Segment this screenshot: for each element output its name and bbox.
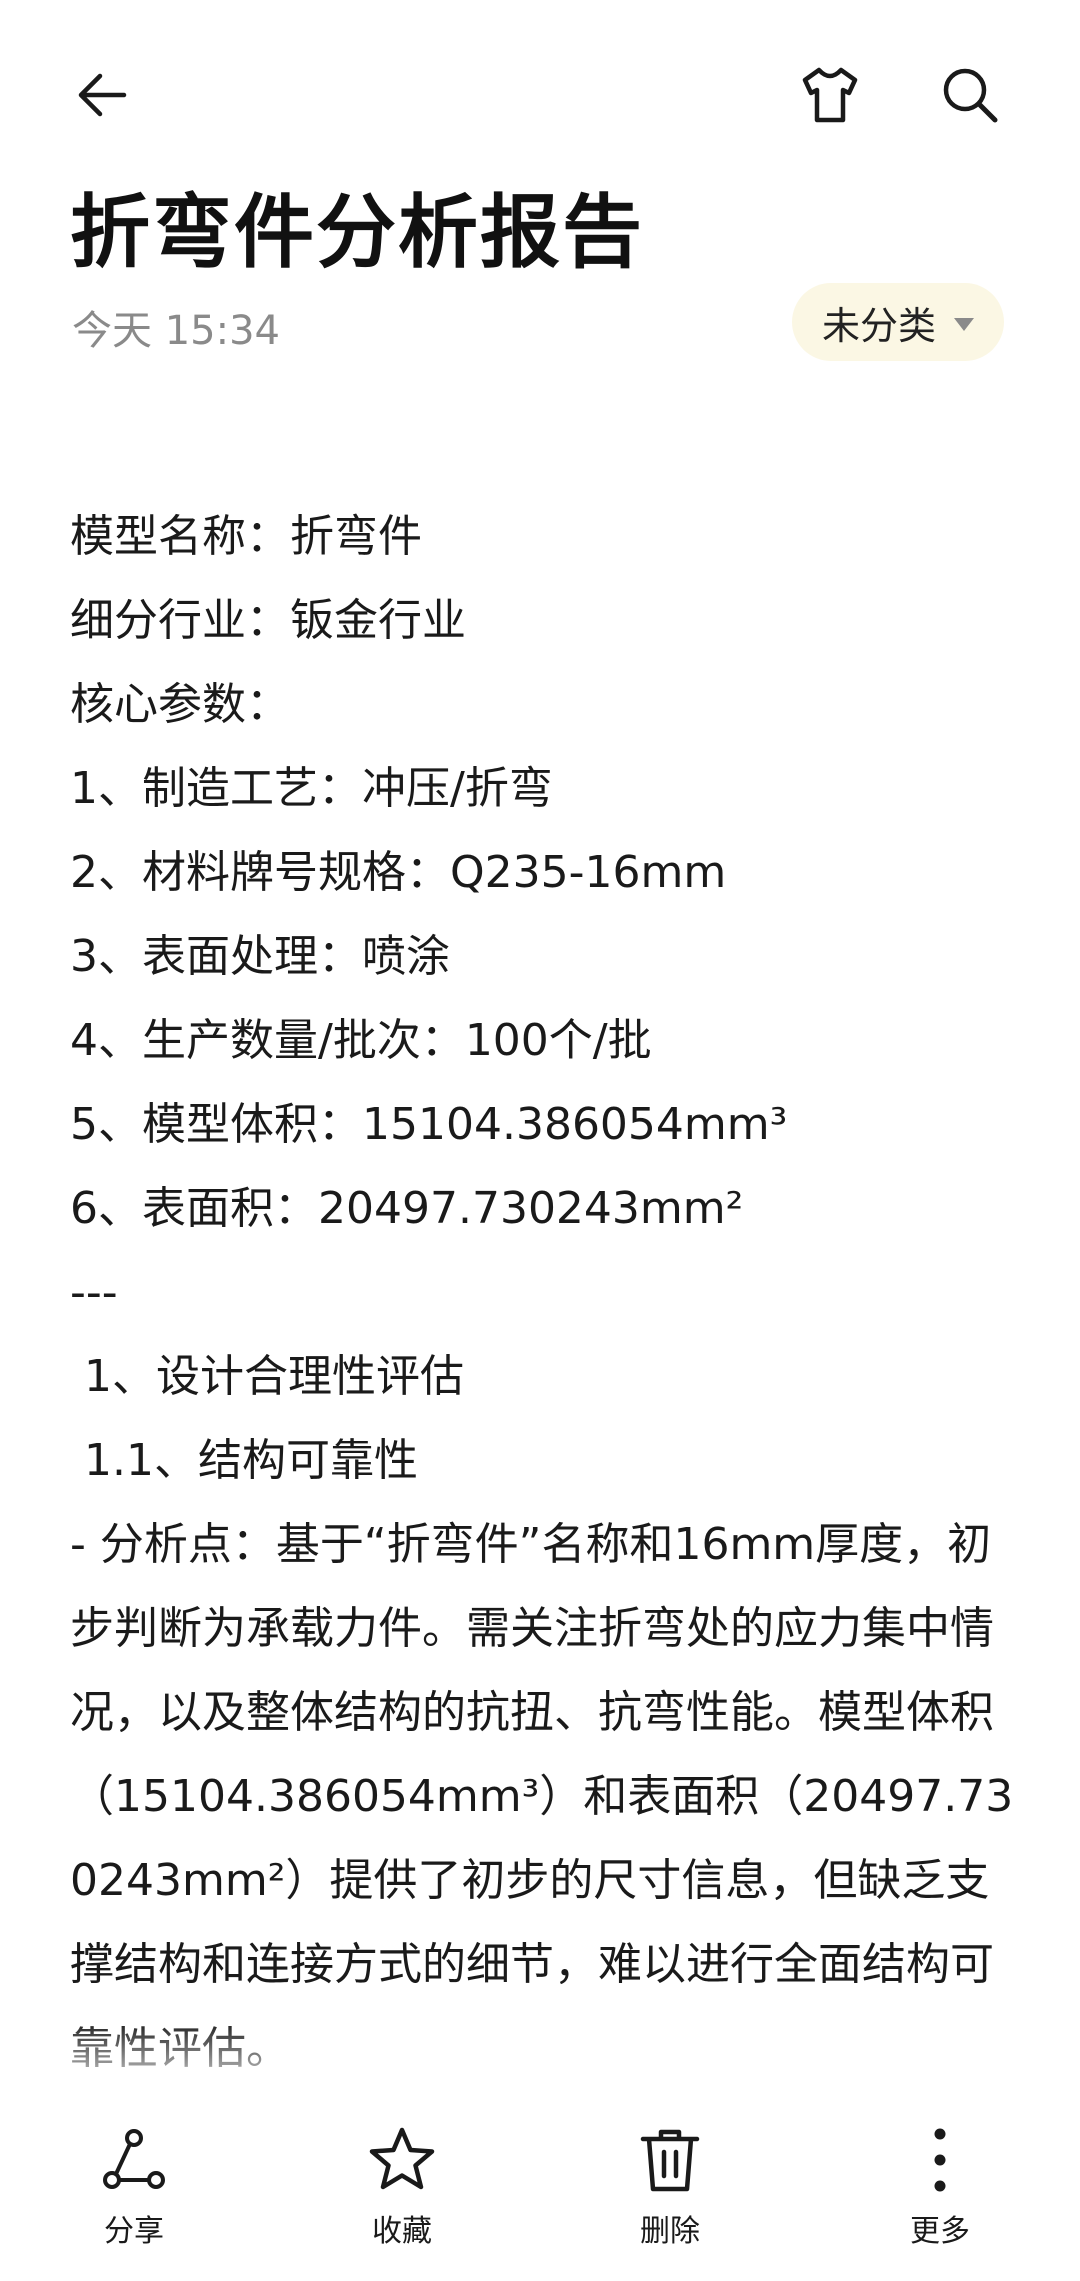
back-button[interactable]: [62, 55, 142, 135]
body-line: 1.1、结构可靠性: [70, 1435, 418, 1486]
delete-button[interactable]: 删除: [600, 2120, 740, 2270]
more-vertical-icon: [900, 2120, 980, 2200]
body-line: 3、表面处理：喷涂: [70, 931, 450, 982]
body-line: 细分行业：钣金行业: [70, 595, 466, 646]
content-fade: [0, 2020, 1080, 2100]
arrow-left-icon: [78, 73, 127, 117]
note-body[interactable]: 模型名称：折弯件 细分行业：钣金行业 核心参数： 1、制造工艺：冲压/折弯 2、…: [70, 495, 1015, 2075]
theme-button[interactable]: [790, 55, 870, 135]
body-line: ---: [70, 1267, 118, 1318]
body-paragraph: - 分析点：基于“折弯件”名称和16mm厚度，初步判断为承载力件。需关注折弯处的…: [70, 1519, 1014, 2074]
body-line: 核心参数：: [70, 679, 290, 730]
body-line: 4、生产数量/批次：100个/批: [70, 1015, 652, 1066]
share-label: 分享: [104, 2214, 164, 2249]
search-button[interactable]: [930, 55, 1010, 135]
favorite-label: 收藏: [372, 2214, 432, 2249]
delete-label: 删除: [640, 2214, 700, 2249]
caret-down-icon: [954, 317, 974, 331]
body-line: 6、表面积：20497.730243mm²: [70, 1183, 744, 1234]
bottom-action-bar: 分享 收藏 删除 更多: [0, 2100, 1080, 2281]
body-line: 模型名称：折弯件: [70, 511, 422, 562]
category-selector[interactable]: 未分类: [792, 283, 1004, 361]
body-line: 2、材料牌号规格：Q235-16mm: [70, 847, 727, 898]
more-label: 更多: [910, 2214, 970, 2249]
body-line: 1、设计合理性评估: [70, 1351, 464, 1402]
note-timestamp: 今天 15:34: [72, 308, 280, 354]
category-label: 未分类: [821, 303, 936, 348]
body-line: 5、模型体积：15104.386054mm³: [70, 1099, 788, 1150]
trash-icon: [630, 2120, 710, 2200]
share-button[interactable]: 分享: [64, 2120, 204, 2270]
note-title[interactable]: 折弯件分析报告: [70, 168, 644, 284]
top-app-bar: [0, 0, 1080, 180]
star-icon: [362, 2120, 442, 2200]
search-icon: [943, 68, 998, 123]
tshirt-icon: [802, 67, 858, 123]
more-button[interactable]: 更多: [870, 2120, 1010, 2270]
share-icon: [94, 2120, 174, 2200]
favorite-button[interactable]: 收藏: [332, 2120, 472, 2270]
body-line: 1、制造工艺：冲压/折弯: [70, 763, 553, 814]
